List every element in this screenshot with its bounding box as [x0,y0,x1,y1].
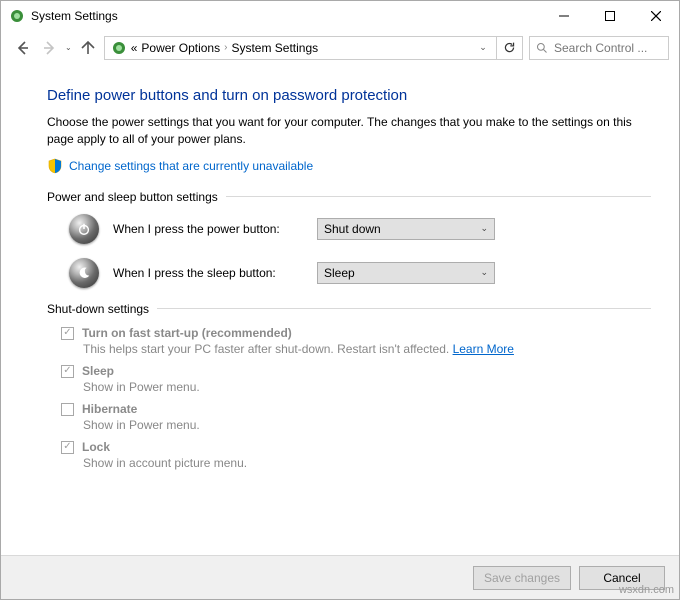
section-power-title: Power and sleep button settings [47,190,218,204]
minimize-button[interactable] [541,1,587,31]
checkbox-hibernate[interactable]: Hibernate [61,402,651,416]
checkbox-sub: Show in account picture menu. [83,456,651,470]
back-button[interactable] [13,38,33,58]
chevron-right-icon: › [224,42,227,53]
section-shutdown: Shut-down settings [47,302,651,316]
minimize-icon [559,11,569,21]
content: Define power buttons and turn on passwor… [1,67,679,555]
learn-more-link[interactable]: Learn More [453,342,514,356]
sleep-button-value: Sleep [324,266,355,280]
power-button-label: When I press the power button: [113,222,303,236]
arrow-up-icon [80,40,96,56]
checkbox-label: Sleep [82,364,114,378]
up-button[interactable] [78,38,98,58]
page-heading: Define power buttons and turn on passwor… [47,87,651,104]
shield-icon [47,158,63,174]
power-button-combo[interactable]: Shut down ⌄ [317,218,495,240]
checkbox-fast-startup[interactable]: Turn on fast start-up (recommended) [61,326,651,340]
sleep-icon [69,258,99,288]
change-settings-row: Change settings that are currently unava… [47,158,651,174]
section-shutdown-title: Shut-down settings [47,302,149,316]
close-icon [651,11,661,21]
checkbox-sleep[interactable]: Sleep [61,364,651,378]
chevron-down-icon: ⌄ [480,223,488,234]
search-icon [536,42,548,54]
sleep-button-label: When I press the sleep button: [113,266,303,280]
power-button-row: When I press the power button: Shut down… [69,214,651,244]
address-dropdown[interactable]: ⌄ [474,42,492,53]
page-description: Choose the power settings that you want … [47,114,651,148]
checkbox-sub: This helps start your PC faster after sh… [83,342,651,356]
titlebar: System Settings [1,1,679,31]
divider [157,308,651,309]
power-button-value: Shut down [324,222,381,236]
window-title: System Settings [31,9,541,23]
window: System Settings ⌄ [0,0,680,600]
arrow-left-icon [15,40,31,56]
checkbox-icon [61,441,74,454]
maximize-icon [605,11,615,21]
checkbox-sub: Show in Power menu. [83,380,651,394]
window-controls [541,1,679,31]
sleep-button-row: When I press the sleep button: Sleep ⌄ [69,258,651,288]
change-settings-link[interactable]: Change settings that are currently unava… [69,159,313,173]
checkbox-icon [61,327,74,340]
search-placeholder: Search Control ... [554,41,647,55]
forward-button[interactable] [39,38,59,58]
arrow-right-icon [41,40,57,56]
chevron-down-icon: ⌄ [480,267,488,278]
refresh-button[interactable] [497,36,523,60]
address-icon [111,40,127,56]
recent-dropdown[interactable]: ⌄ [65,43,72,52]
breadcrumb-seg-2[interactable]: System Settings [231,41,318,55]
checkbox-label: Lock [82,440,110,454]
save-button[interactable]: Save changes [473,566,571,590]
checkbox-sub: Show in Power menu. [83,418,651,432]
navbar: ⌄ « Power Options › System Settings ⌄ [1,31,679,67]
checkbox-icon [61,403,74,416]
close-button[interactable] [633,1,679,31]
power-icon [69,214,99,244]
checkbox-lock[interactable]: Lock [61,440,651,454]
watermark: wsxdn.com [619,584,674,596]
checkbox-label: Turn on fast start-up (recommended) [82,326,292,340]
search-input[interactable]: Search Control ... [529,36,669,60]
footer: Save changes Cancel [1,555,679,599]
app-icon [9,8,25,24]
divider [226,196,651,197]
breadcrumb-seg-1[interactable]: Power Options [141,41,220,55]
address-bar[interactable]: « Power Options › System Settings ⌄ [104,36,497,60]
sleep-button-combo[interactable]: Sleep ⌄ [317,262,495,284]
maximize-button[interactable] [587,1,633,31]
breadcrumb-prefix: « [131,41,138,55]
checkbox-label: Hibernate [82,402,137,416]
refresh-icon [503,41,516,54]
checkbox-icon [61,365,74,378]
section-power: Power and sleep button settings [47,190,651,204]
